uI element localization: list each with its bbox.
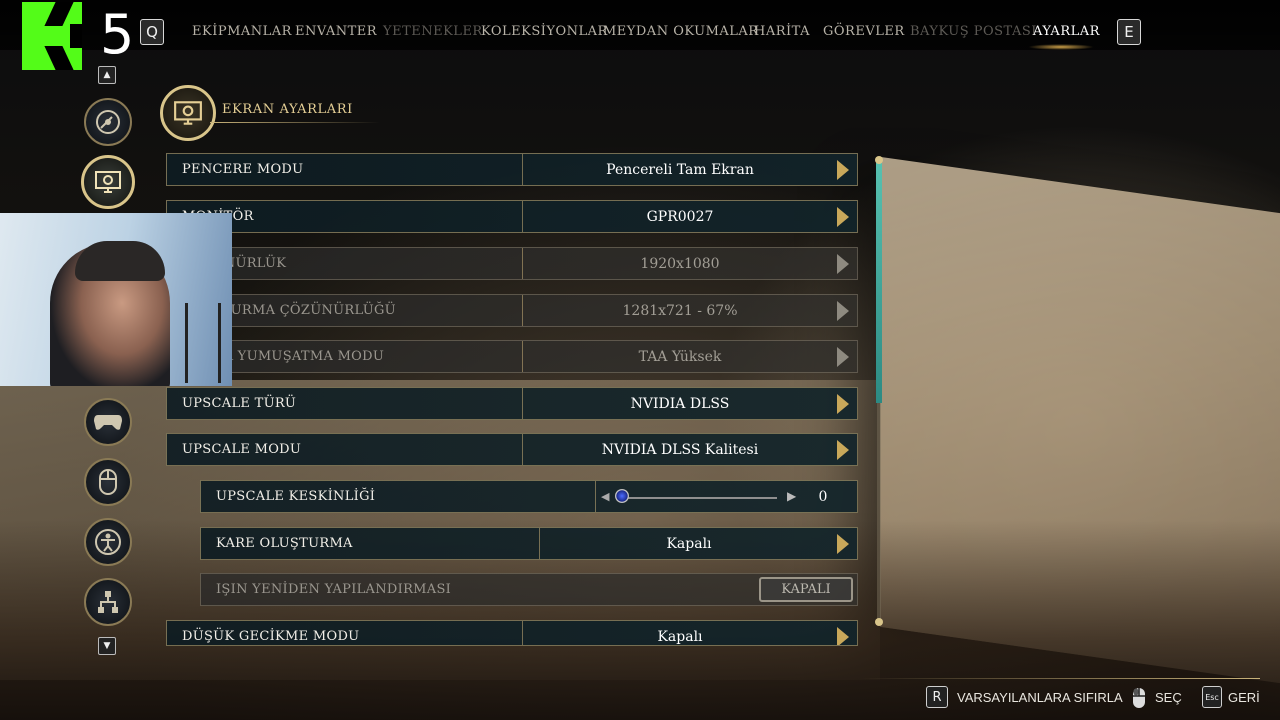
logo-number: 5 (100, 3, 135, 66)
chevron-right-icon[interactable] (837, 627, 849, 645)
setting-label: KARE OLUŞTURMA (216, 536, 353, 551)
setting-anti-aliasing-mode: KENAR YUMUŞATMA MODU TAA Yüksek (166, 340, 858, 373)
sharpness-slider-track[interactable] (621, 497, 777, 499)
setting-value: 0 (818, 489, 828, 505)
reset-defaults-label[interactable]: VARSAYILANLARA SIFIRLA (957, 690, 1123, 705)
setting-monitor[interactable]: MONİTÖR GPR0027 (166, 200, 858, 233)
nav-tab-envanter[interactable]: ENVANTER (295, 24, 377, 39)
sharpness-slider-knob[interactable] (615, 489, 629, 503)
nav-tab-baykus-postasi[interactable]: BAYKUŞ POSTASI (910, 24, 1037, 39)
setting-label: IŞIN YENİDEN YAPILANDIRMASI (216, 582, 452, 597)
sidebar-up-key[interactable]: ▲ (98, 66, 116, 84)
top-navigation-bar: Q EKİPMANLAR ENVANTER YETENEKLER KOLEKSİ… (0, 0, 1280, 50)
scrollbar-top-cap (875, 156, 883, 164)
slider-decrease-icon[interactable]: ◀ (601, 490, 609, 503)
setting-window-mode[interactable]: PENCERE MODU Pencereli Tam Ekran (166, 153, 858, 186)
nav-tab-ayarlar[interactable]: AYARLAR (1033, 24, 1100, 39)
setting-label: DÜŞÜK GECİKME MODU (182, 629, 360, 644)
setting-low-latency-mode[interactable]: DÜŞÜK GECİKME MODU Kapalı (166, 620, 858, 646)
mouse-icon (99, 469, 117, 495)
back-label[interactable]: GERİ (1228, 690, 1260, 705)
section-title: EKRAN AYARLARI (222, 102, 353, 117)
chevron-right-icon[interactable] (837, 394, 849, 414)
flowchart-icon (98, 591, 118, 613)
next-tab-key[interactable]: E (1117, 19, 1141, 45)
setting-render-resolution: OLUŞTURMA ÇÖZÜNÜRLÜĞÜ 1281x721 - 67% (166, 294, 858, 327)
setting-label: UPSCALE TÜRÜ (182, 396, 297, 411)
monitor-gear-icon (174, 101, 202, 125)
setting-upscale-sharpness[interactable]: UPSCALE KESKİNLİĞİ ◀ ▶ 0 (200, 480, 858, 513)
chevron-right-icon[interactable] (837, 160, 849, 180)
reset-key-icon[interactable]: R (926, 686, 948, 708)
setting-value: NVIDIA DLSS Kalitesi (601, 442, 759, 458)
setting-value: 1281x721 - 67% (622, 303, 738, 319)
nav-tab-yetenekler[interactable]: YETENEKLER (383, 24, 483, 39)
setting-upscale-type[interactable]: UPSCALE TÜRÜ NVIDIA DLSS (166, 387, 858, 420)
setting-label: PENCERE MODU (182, 162, 304, 177)
footer-divider (860, 678, 1260, 679)
setting-value: Kapalı (657, 629, 703, 645)
tripod-shape (185, 303, 221, 383)
prev-tab-key[interactable]: Q (140, 19, 164, 45)
setting-value: Kapalı (666, 536, 712, 552)
chevron-right-icon[interactable] (837, 207, 849, 227)
nav-tab-harita[interactable]: HARİTA (754, 24, 810, 39)
streamer-hair (75, 241, 165, 281)
webcam-overlay (0, 213, 232, 386)
nav-tab-koleksiyonlar[interactable]: KOLEKSİYONLAR (481, 24, 608, 39)
ray-reconstruction-toggle: KAPALI (759, 577, 853, 602)
sidebar-controller-icon[interactable] (84, 398, 132, 446)
setting-ray-reconstruction: IŞIN YENİDEN YAPILANDIRMASI KAPALI (200, 573, 858, 606)
setting-label: UPSCALE MODU (182, 442, 302, 457)
settings-scrollbar-thumb[interactable] (876, 163, 882, 403)
sidebar-mouse-icon[interactable] (84, 458, 132, 506)
active-tab-glow (1028, 44, 1094, 50)
accessibility-icon (95, 529, 121, 555)
disc-icon (96, 110, 120, 134)
setting-value: NVIDIA DLSS (630, 396, 730, 412)
setting-label: UPSCALE KESKİNLİĞİ (216, 489, 376, 504)
sidebar-down-key[interactable]: ▼ (98, 637, 116, 655)
chevron-right-icon[interactable] (837, 440, 849, 460)
setting-value: Pencereli Tam Ekran (606, 162, 754, 178)
sidebar-audio-icon[interactable] (84, 98, 132, 146)
setting-upscale-mode[interactable]: UPSCALE MODU NVIDIA DLSS Kalitesi (166, 433, 858, 466)
setting-frame-generation[interactable]: KARE OLUŞTURMA Kapalı (200, 527, 858, 560)
chevron-right-icon (837, 254, 849, 274)
sidebar-network-icon[interactable] (84, 578, 132, 626)
esc-key-icon[interactable]: Esc (1202, 686, 1222, 708)
chevron-right-icon (837, 347, 849, 367)
sidebar-display-icon[interactable] (81, 155, 135, 209)
gamepad-icon (94, 415, 122, 430)
section-underline (210, 122, 380, 123)
sidebar-accessibility-icon[interactable] (84, 518, 132, 566)
kick-logo (22, 2, 82, 70)
setting-value: GPR0027 (646, 209, 714, 225)
setting-resolution: ÇÖZÜNÜRLÜK 1920x1080 (166, 247, 858, 280)
slider-increase-icon[interactable]: ▶ (787, 489, 796, 503)
nav-tab-ekipmanlar[interactable]: EKİPMANLAR (192, 24, 292, 39)
mouse-icon[interactable] (1132, 687, 1146, 709)
select-label[interactable]: SEÇ (1155, 690, 1182, 705)
monitor-gear-icon (95, 171, 121, 193)
setting-value: TAA Yüksek (638, 349, 722, 365)
nav-tab-meydan-okumalar[interactable]: MEYDAN OKUMALAR (603, 24, 759, 39)
setting-value: 1920x1080 (640, 256, 720, 272)
scrollbar-bottom-cap (875, 618, 883, 626)
nav-tab-gorevler[interactable]: GÖREVLER (823, 24, 905, 39)
display-settings-emblem (160, 85, 216, 141)
chevron-right-icon[interactable] (837, 534, 849, 554)
chevron-right-icon (837, 301, 849, 321)
